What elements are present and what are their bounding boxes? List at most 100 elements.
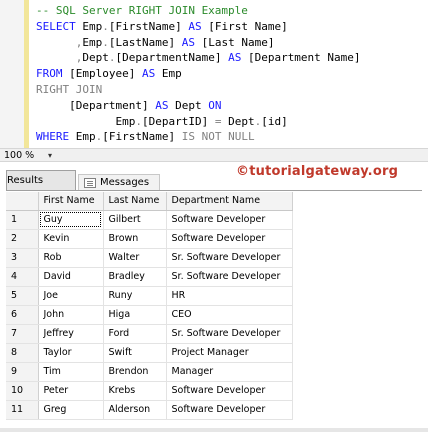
row-number[interactable]: 1 bbox=[6, 210, 39, 230]
code-token: IS NOT NULL bbox=[181, 130, 255, 144]
department-name-cell[interactable]: Manager bbox=[166, 362, 293, 382]
row-number[interactable]: 10 bbox=[6, 381, 39, 401]
department-name-cell[interactable]: Software Developer bbox=[166, 229, 293, 249]
code-token: AS bbox=[141, 67, 162, 81]
code-token: [Employee] bbox=[69, 67, 142, 81]
table-row[interactable]: 3 Rob Walter Sr. Software Developer bbox=[6, 248, 293, 268]
column-header-last-name[interactable]: Last Name bbox=[103, 192, 167, 211]
tab-messages[interactable]: Messages bbox=[78, 174, 160, 190]
row-number[interactable]: 9 bbox=[6, 362, 39, 382]
table-row[interactable]: 7 Jeffrey Ford Sr. Software Developer bbox=[6, 324, 293, 344]
code-token: Emp bbox=[75, 130, 96, 144]
table-row[interactable]: 10 Peter Krebs Software Developer bbox=[6, 381, 293, 401]
last-name-cell[interactable]: Bradley bbox=[103, 267, 167, 287]
department-name-cell[interactable]: CEO bbox=[166, 305, 293, 325]
department-name-cell[interactable]: Software Developer bbox=[166, 381, 293, 401]
row-number[interactable]: 3 bbox=[6, 248, 39, 268]
department-name-cell[interactable]: Software Developer bbox=[166, 210, 293, 230]
code-token: Emp bbox=[82, 19, 103, 33]
code-token: FROM bbox=[36, 67, 70, 81]
zoom-bar: 100 % ▾ bbox=[0, 148, 428, 162]
row-number[interactable]: 6 bbox=[6, 305, 39, 325]
row-number-header[interactable] bbox=[6, 192, 39, 211]
table-row[interactable]: 9 Tim Brendon Manager bbox=[6, 362, 293, 382]
watermark: ©tutorialgateway.org bbox=[236, 164, 399, 179]
table-row[interactable]: 6 John Higa CEO bbox=[6, 305, 293, 325]
first-name-cell[interactable]: Kevin bbox=[38, 229, 104, 249]
code-line: ,Emp.[LastName] AS [Last Name] bbox=[36, 35, 361, 51]
department-name-cell[interactable]: Sr. Software Developer bbox=[166, 248, 293, 268]
code-token: -- SQL Server RIGHT JOIN Example bbox=[36, 4, 248, 17]
column-header-department-name[interactable]: Department Name bbox=[166, 192, 293, 211]
sql-code[interactable]: -- SQL Server RIGHT JOIN Example SELECT E… bbox=[36, 3, 361, 145]
code-token: . bbox=[135, 114, 142, 128]
zoom-level[interactable]: 100 % bbox=[4, 149, 34, 162]
code-token: SELECT bbox=[36, 19, 83, 33]
row-number[interactable]: 4 bbox=[6, 267, 39, 287]
last-name-cell[interactable]: Brendon bbox=[103, 362, 167, 382]
department-name-cell[interactable]: Project Manager bbox=[166, 343, 293, 363]
code-token: [First Name] bbox=[208, 19, 288, 33]
table-row[interactable]: 2 Kevin Brown Software Developer bbox=[6, 229, 293, 249]
code-token: [Department Name] bbox=[247, 51, 361, 65]
tab-messages-label: Messages bbox=[100, 177, 150, 188]
column-header-first-name[interactable]: First Name bbox=[38, 192, 104, 211]
last-name-cell[interactable]: Ford bbox=[103, 324, 167, 344]
last-name-cell[interactable]: Gilbert bbox=[103, 210, 167, 230]
code-token: . bbox=[102, 19, 109, 33]
department-name-cell[interactable]: Sr. Software Developer bbox=[166, 267, 293, 287]
code-token: [Department] bbox=[69, 98, 156, 112]
editor-margin bbox=[0, 0, 24, 148]
department-name-cell[interactable]: HR bbox=[166, 286, 293, 306]
code-token: [FirstName] bbox=[108, 19, 189, 33]
row-number[interactable]: 2 bbox=[6, 229, 39, 249]
results-grid[interactable]: First Name Last Name Department Name 1 Gu… bbox=[6, 192, 293, 420]
tab-divider bbox=[6, 190, 422, 191]
chevron-down-icon[interactable]: ▾ bbox=[48, 150, 52, 161]
grid-header-row: First Name Last Name Department Name bbox=[6, 192, 293, 211]
row-number[interactable]: 7 bbox=[6, 324, 39, 344]
first-name-cell[interactable]: Joe bbox=[38, 286, 104, 306]
last-name-cell[interactable]: Swift bbox=[103, 343, 167, 363]
code-token: Dept bbox=[175, 98, 209, 112]
code-token: [DepartID] bbox=[141, 114, 215, 128]
row-number[interactable]: 11 bbox=[6, 400, 39, 420]
last-name-cell[interactable]: Runy bbox=[103, 286, 167, 306]
code-token: Emp bbox=[82, 35, 103, 49]
row-number[interactable]: 8 bbox=[6, 343, 39, 363]
change-tracking-bar bbox=[24, 0, 29, 148]
code-line: ,Dept.[DepartmentName] AS [Department Na… bbox=[36, 50, 361, 66]
first-name-cell[interactable]: Taylor bbox=[38, 343, 104, 363]
table-row[interactable]: 5 Joe Runy HR bbox=[6, 286, 293, 306]
first-name-cell[interactable]: Greg bbox=[38, 400, 104, 420]
table-row[interactable]: 4 David Bradley Sr. Software Developer bbox=[6, 267, 293, 287]
last-name-cell[interactable]: Brown bbox=[103, 229, 167, 249]
table-row[interactable]: 8 Taylor Swift Project Manager bbox=[6, 343, 293, 363]
department-name-cell[interactable]: Sr. Software Developer bbox=[166, 324, 293, 344]
first-name-cell[interactable]: Peter bbox=[38, 381, 104, 401]
table-row[interactable]: 1 Guy Gilbert Software Developer bbox=[6, 210, 293, 230]
code-token: RIGHT JOIN bbox=[36, 82, 103, 96]
first-name-cell[interactable]: Tim bbox=[38, 362, 104, 382]
last-name-cell[interactable]: Alderson bbox=[103, 400, 167, 420]
last-name-cell[interactable]: Walter bbox=[103, 248, 167, 268]
row-number[interactable]: 5 bbox=[6, 286, 39, 306]
first-name-cell[interactable]: David bbox=[38, 267, 104, 287]
code-line: -- SQL Server RIGHT JOIN Example bbox=[36, 3, 361, 19]
code-token: [LastName] bbox=[108, 35, 182, 49]
bottom-scroll-area bbox=[0, 428, 428, 432]
first-name-cell[interactable]: Guy bbox=[38, 210, 104, 230]
department-name-cell[interactable]: Software Developer bbox=[166, 400, 293, 420]
first-name-cell[interactable]: Jeffrey bbox=[38, 324, 104, 344]
last-name-cell[interactable]: Krebs bbox=[103, 381, 167, 401]
table-row[interactable]: 11 Greg Alderson Software Developer bbox=[6, 400, 293, 420]
code-token: [Last Name] bbox=[201, 35, 275, 49]
first-name-cell[interactable]: John bbox=[38, 305, 104, 325]
tab-results[interactable]: Results bbox=[6, 170, 76, 211]
sql-editor[interactable]: -- SQL Server RIGHT JOIN Example SELECT E… bbox=[0, 0, 428, 148]
last-name-cell[interactable]: Higa bbox=[103, 305, 167, 325]
code-token: = bbox=[214, 114, 229, 128]
first-name-cell[interactable]: Rob bbox=[38, 248, 104, 268]
code-token: Dept bbox=[82, 51, 109, 65]
code-token: , bbox=[36, 35, 83, 49]
